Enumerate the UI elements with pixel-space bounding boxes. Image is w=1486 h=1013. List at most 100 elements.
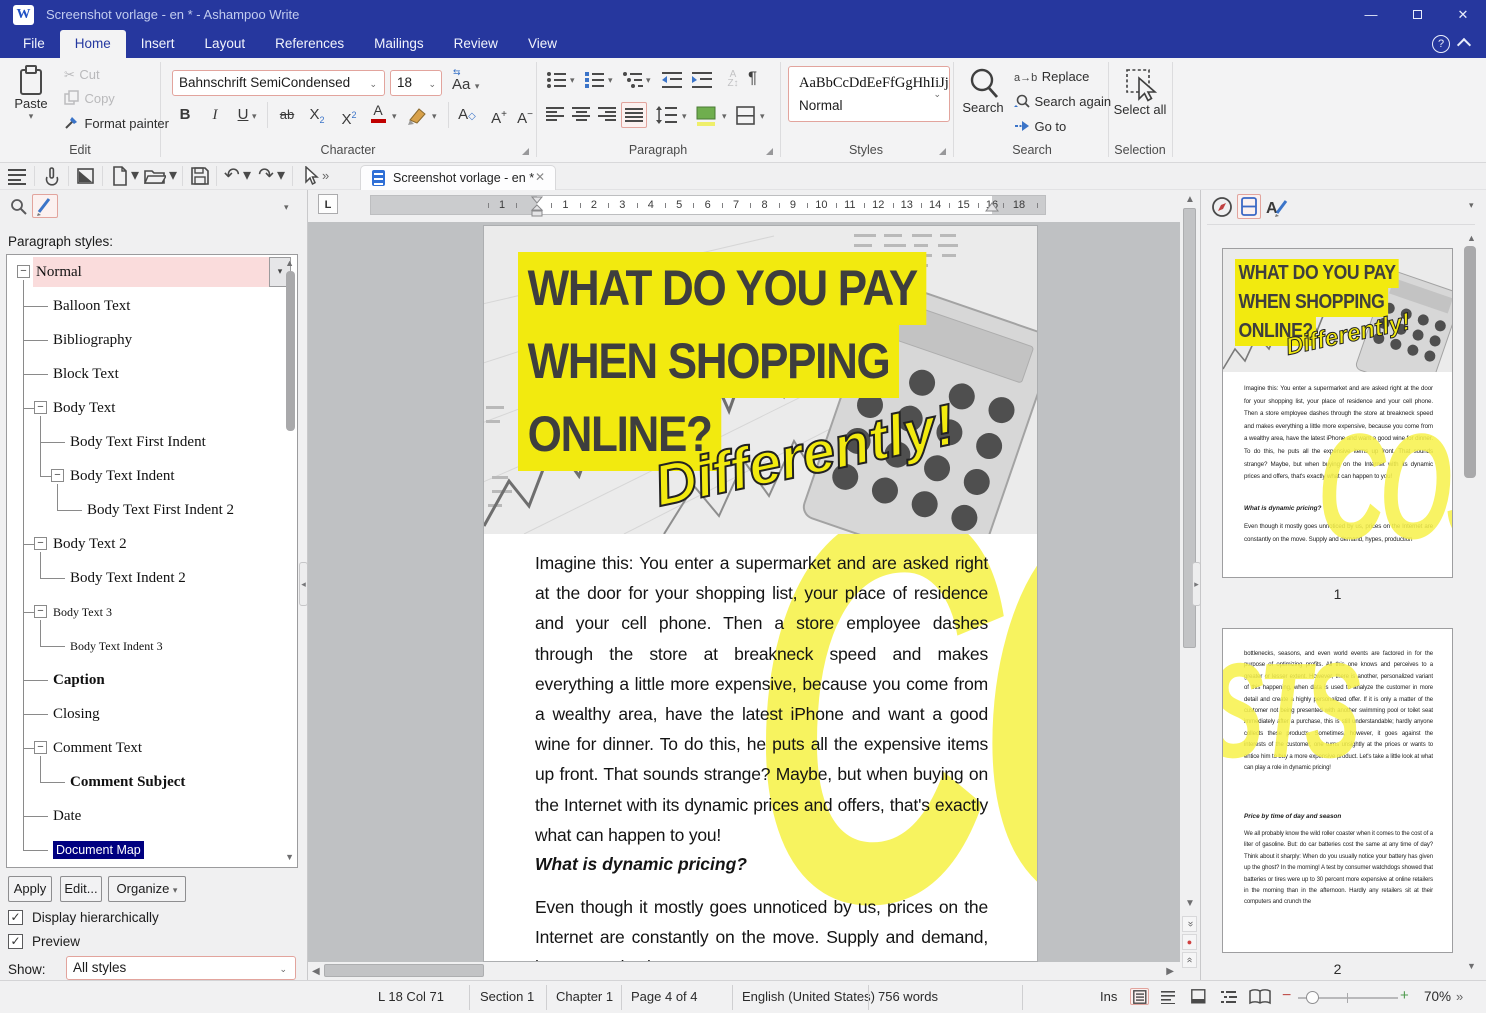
sort-button[interactable]: A Z↕: [722, 70, 744, 89]
close-button[interactable]: ✕: [1440, 0, 1486, 30]
character-dialog-launcher[interactable]: [522, 148, 529, 155]
replace-button[interactable]: a→b Replace: [1014, 68, 1089, 86]
style-item-comment-text[interactable]: Comment Text: [53, 731, 142, 765]
horizontal-ruler[interactable]: 12345678910111213141516 1 18: [370, 195, 1046, 217]
increase-indent-button[interactable]: [692, 70, 714, 90]
pages-view-button[interactable]: [1237, 194, 1261, 219]
tab-review[interactable]: Review: [439, 30, 513, 58]
style-gallery[interactable]: AaBbCcDdEeFfGgHhIiJj Normal ⌄: [788, 66, 950, 122]
undo-icon[interactable]: ↶: [224, 163, 240, 190]
style-item-body-text-first-indent-2[interactable]: Body Text First Indent 2: [87, 493, 234, 527]
style-item-document-map[interactable]: Document Map: [53, 833, 144, 867]
select-all-button[interactable]: Select all: [1112, 66, 1168, 140]
scroll-right-icon[interactable]: ▶: [1166, 966, 1174, 977]
font-color-chevron[interactable]: ▾: [392, 111, 397, 122]
paragraph-styles-list[interactable]: ▾ − Normal Balloon Text Bibliography Block Te…: [6, 254, 298, 868]
organize-styles-button[interactable]: Organize ▾: [108, 876, 186, 902]
style-item-comment-subject[interactable]: Comment Subject: [70, 765, 185, 799]
open-file-chevron[interactable]: ▾: [169, 163, 177, 190]
paragraph-dialog-launcher[interactable]: [766, 148, 773, 155]
grow-font-button[interactable]: A+: [486, 102, 512, 128]
panel-scrollbar-thumb[interactable]: [1464, 246, 1476, 478]
scroll-up-icon[interactable]: ▲: [1185, 194, 1195, 205]
style-item-bibliography[interactable]: Bibliography: [53, 323, 132, 357]
copy-button[interactable]: Copy: [64, 90, 115, 108]
style-item-body-text-indent[interactable]: Body Text Indent: [70, 459, 175, 493]
next-page-button[interactable]: »: [1182, 952, 1197, 968]
italic-button[interactable]: I: [202, 102, 228, 128]
clear-formatting-button[interactable]: A◇: [454, 102, 480, 128]
collapse-toggle-icon[interactable]: −: [51, 469, 64, 482]
save-icon[interactable]: [190, 166, 210, 186]
style-item-closing[interactable]: Closing: [53, 697, 100, 731]
style-item-body-text-indent-2[interactable]: Body Text Indent 2: [70, 561, 186, 595]
line-spacing-button[interactable]: [656, 106, 678, 124]
word-count-status[interactable]: 756 words: [878, 989, 938, 1004]
view-options-icon[interactable]: [8, 166, 28, 186]
panel-scroll-down-icon[interactable]: ▼: [1467, 962, 1476, 971]
header-image[interactable]: 10,7% 9,5% 6,3% WHAT DO YOU PAY WHEN SHO…: [484, 226, 1037, 534]
undo-chevron[interactable]: ▾: [243, 163, 251, 190]
font-name-combo[interactable]: Bahnschrift SemiCondensed ⌄: [172, 70, 385, 96]
highlight-button[interactable]: [406, 104, 430, 126]
tab-view[interactable]: View: [513, 30, 572, 58]
insert-mode-status[interactable]: Ins: [1100, 989, 1117, 1004]
goto-button[interactable]: Go to: [1014, 118, 1066, 136]
paste-button[interactable]: Paste ▾: [8, 64, 54, 140]
redo-chevron[interactable]: ▾: [277, 163, 285, 190]
style-item-caption[interactable]: Caption: [53, 663, 105, 697]
highlight-chevron[interactable]: ▾: [432, 111, 437, 122]
document-page[interactable]: COS: [483, 225, 1038, 962]
right-indent-marker-icon[interactable]: [984, 202, 1000, 214]
multilevel-list-button[interactable]: [622, 70, 644, 90]
sidebar-toggle-icon[interactable]: [76, 166, 96, 186]
search-again-button[interactable]: Search again: [1014, 93, 1111, 111]
collapse-toggle-icon[interactable]: −: [34, 605, 47, 618]
format-painter-button[interactable]: Format painter: [64, 115, 169, 133]
navigator-compass-icon[interactable]: [1211, 196, 1233, 218]
panel-scroll-up-icon[interactable]: ▲: [1467, 234, 1476, 243]
indent-markers-icon[interactable]: [529, 196, 546, 217]
cut-button[interactable]: ✂ Cut: [64, 66, 100, 84]
style-item-block-text[interactable]: Block Text: [53, 357, 119, 391]
new-document-chevron[interactable]: ▾: [131, 163, 139, 190]
line-spacing-chevron[interactable]: ▾: [682, 111, 687, 122]
style-item-body-text-3[interactable]: Body Text 3: [53, 595, 112, 629]
style-item-date[interactable]: Date: [53, 799, 81, 833]
previous-page-button[interactable]: »: [1182, 916, 1197, 932]
toolbar-overflow-icon[interactable]: »: [322, 163, 329, 190]
tab-layout[interactable]: Layout: [190, 30, 261, 58]
page-thumbnail-2[interactable]: STS bottlenecks, seasons, and even world…: [1222, 628, 1453, 953]
style-item-body-text-first-indent[interactable]: Body Text First Indent: [70, 425, 206, 459]
hscrollbar-thumb[interactable]: [324, 964, 484, 977]
collapse-toggle-icon[interactable]: −: [34, 537, 47, 550]
underline-menu-chevron[interactable]: ▾: [252, 111, 257, 122]
change-case-button[interactable]: ⇆ Aa ▾: [450, 68, 492, 96]
zoom-in-icon[interactable]: +: [1400, 987, 1409, 1004]
panel-styles-tool-button[interactable]: [32, 194, 58, 218]
apply-style-button[interactable]: Apply: [8, 876, 52, 902]
bold-button[interactable]: B: [172, 102, 198, 128]
touch-mode-icon[interactable]: [42, 166, 62, 186]
language-status[interactable]: English (United States): [742, 989, 875, 1004]
tab-insert[interactable]: Insert: [126, 30, 190, 58]
borders-chevron[interactable]: ▾: [760, 111, 765, 122]
help-icon[interactable]: ?: [1432, 35, 1450, 53]
align-right-button[interactable]: [598, 106, 618, 124]
show-styles-combo[interactable]: All styles ⌄: [66, 956, 296, 980]
document-hscrollbar[interactable]: ◀ ▶: [308, 962, 1180, 980]
borders-button[interactable]: [736, 106, 756, 126]
new-document-icon[interactable]: [110, 166, 130, 186]
zoom-slider-knob[interactable]: [1306, 991, 1319, 1004]
bullet-list-chevron[interactable]: ▾: [570, 75, 575, 86]
style-item-body-text-2[interactable]: Body Text 2: [53, 527, 127, 561]
font-size-combo[interactable]: 18 ⌄: [390, 70, 442, 96]
browse-object-button[interactable]: ●: [1182, 934, 1197, 950]
subscript-button[interactable]: X2: [304, 102, 330, 128]
strikethrough-button[interactable]: ab: [274, 102, 300, 128]
numbered-list-chevron[interactable]: ▾: [608, 75, 613, 86]
maximize-button[interactable]: [1394, 0, 1440, 30]
styles-dialog-launcher[interactable]: [939, 148, 946, 155]
zoom-out-icon[interactable]: −: [1282, 987, 1291, 1005]
collapse-toggle-icon[interactable]: −: [34, 741, 47, 754]
